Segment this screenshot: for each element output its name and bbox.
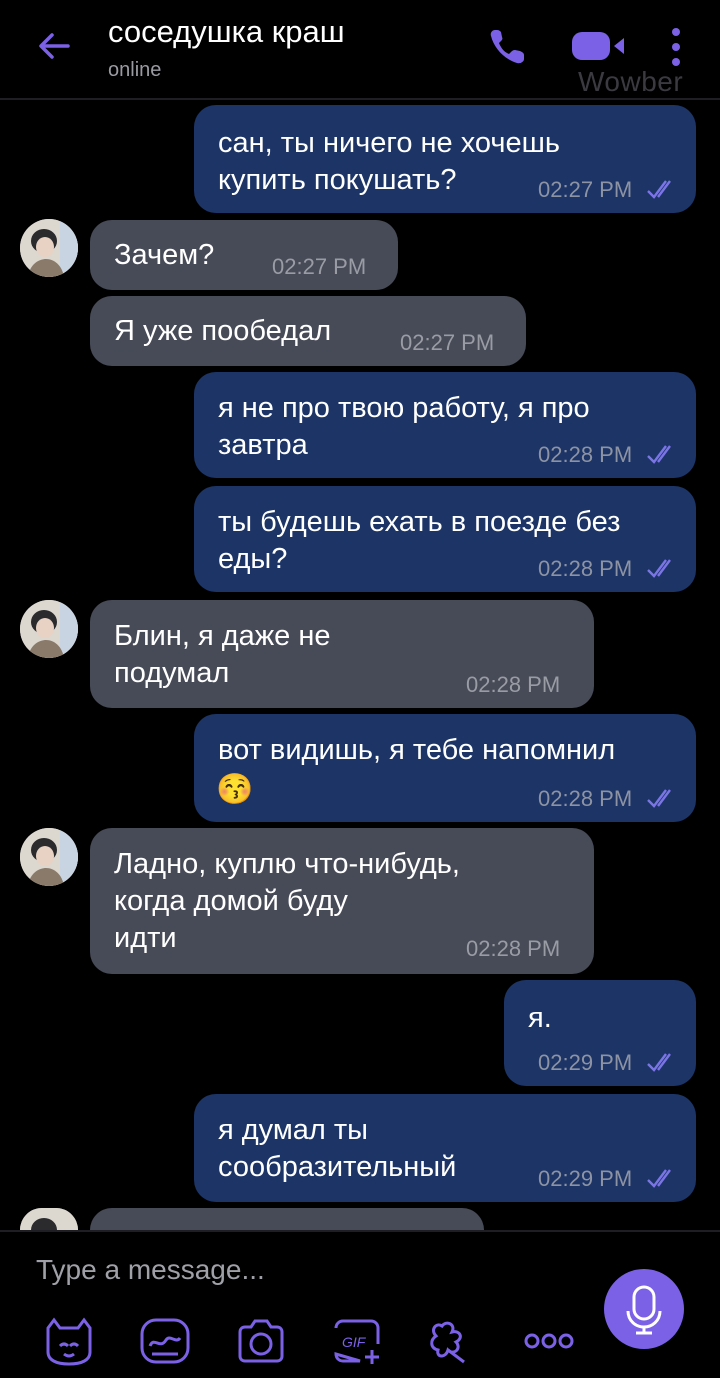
- read-ticks-icon: [647, 559, 671, 578]
- message-outgoing[interactable]: я думал ты сообразительный 02:29 PM: [194, 1094, 696, 1202]
- message-text: Ладно, куплю что-нибудь, когда домой буд…: [114, 848, 460, 954]
- message-outgoing[interactable]: ты будешь ехать в поезде без еды? 02:28 …: [194, 486, 696, 592]
- message-time: 02:28 PM: [466, 672, 561, 697]
- message-time: 02:27 PM: [400, 330, 495, 355]
- gif-icon[interactable]: GIF: [330, 1316, 384, 1366]
- message-text: сан, ты ничего не хочешь купить покушать…: [218, 127, 560, 196]
- message-incoming[interactable]: Ладно, куплю что-нибудь, когда домой буд…: [90, 828, 594, 974]
- video-call-icon[interactable]: [570, 28, 628, 64]
- message-time: 02:28 PM: [538, 556, 633, 581]
- read-ticks-icon: [647, 789, 671, 808]
- avatar[interactable]: [20, 600, 78, 658]
- message-time: 02:27 PM: [538, 177, 633, 202]
- message-outgoing[interactable]: вот видишь, я тебе напомнил 😚 02:28 PM: [194, 714, 696, 822]
- message-text: я думал ты сообразительный: [218, 1114, 457, 1183]
- message-time: 02:28 PM: [538, 442, 633, 467]
- voice-message-button[interactable]: [604, 1269, 684, 1349]
- message-incoming[interactable]: Зачем? 02:27 PM: [90, 220, 398, 290]
- doodle-icon[interactable]: [138, 1316, 192, 1366]
- message-text: Блин, я даже не подумал: [114, 620, 331, 689]
- avatar[interactable]: [20, 828, 78, 886]
- message-text: Зачем?: [114, 239, 215, 271]
- message-time: 02:28 PM: [538, 786, 633, 811]
- message-time: 02:27 PM: [272, 254, 367, 279]
- more-vertical-icon[interactable]: [666, 26, 686, 68]
- message-time: 02:28 PM: [466, 936, 561, 961]
- avatar[interactable]: [20, 219, 78, 277]
- message-input[interactable]: Type a message...: [36, 1254, 265, 1286]
- message-outgoing[interactable]: я. 02:29 PM: [504, 980, 696, 1086]
- read-ticks-icon: [647, 1169, 671, 1188]
- avatar[interactable]: [20, 1208, 78, 1230]
- contact-status: online: [108, 59, 162, 81]
- message-incoming[interactable]: Я уже пообедал 02:27 PM: [90, 296, 526, 366]
- read-ticks-icon: [647, 445, 671, 464]
- message-text: я не про твою работу, я про завтра: [218, 392, 590, 461]
- svg-text:GIF: GIF: [342, 1334, 367, 1350]
- camera-icon[interactable]: [234, 1316, 288, 1366]
- contact-name[interactable]: соседушка краш: [108, 14, 345, 50]
- message-text: Я уже пообедал: [114, 315, 332, 347]
- chat-header: соседушка краш online Wowber: [0, 0, 720, 100]
- read-ticks-icon: [647, 180, 671, 199]
- kissing-emoji: 😚: [216, 773, 254, 806]
- message-outgoing[interactable]: сан, ты ничего не хочешь купить покушать…: [194, 105, 696, 213]
- phone-icon[interactable]: [486, 26, 528, 68]
- back-arrow-icon[interactable]: [34, 26, 74, 66]
- sticker-icon[interactable]: [42, 1316, 96, 1366]
- watermark: Wowber: [578, 66, 684, 97]
- microphone-icon: [626, 1285, 662, 1335]
- message-time: 02:29 PM: [538, 1050, 633, 1075]
- message-composer: Type a message... GIF: [0, 1230, 720, 1378]
- message-incoming[interactable]: Блин, я даже не подумал 02:28 PM: [90, 600, 594, 708]
- message-text: вот видишь, я тебе напомнил: [218, 734, 616, 766]
- message-time: 02:29 PM: [538, 1166, 633, 1191]
- more-options-icon[interactable]: [522, 1316, 576, 1366]
- read-ticks-icon: [647, 1053, 671, 1072]
- message-outgoing[interactable]: я не про твою работу, я про завтра 02:28…: [194, 372, 696, 478]
- message-incoming-partial[interactable]: [90, 1208, 484, 1230]
- message-text: я.: [528, 1002, 552, 1034]
- emoticon-icon[interactable]: [426, 1316, 480, 1366]
